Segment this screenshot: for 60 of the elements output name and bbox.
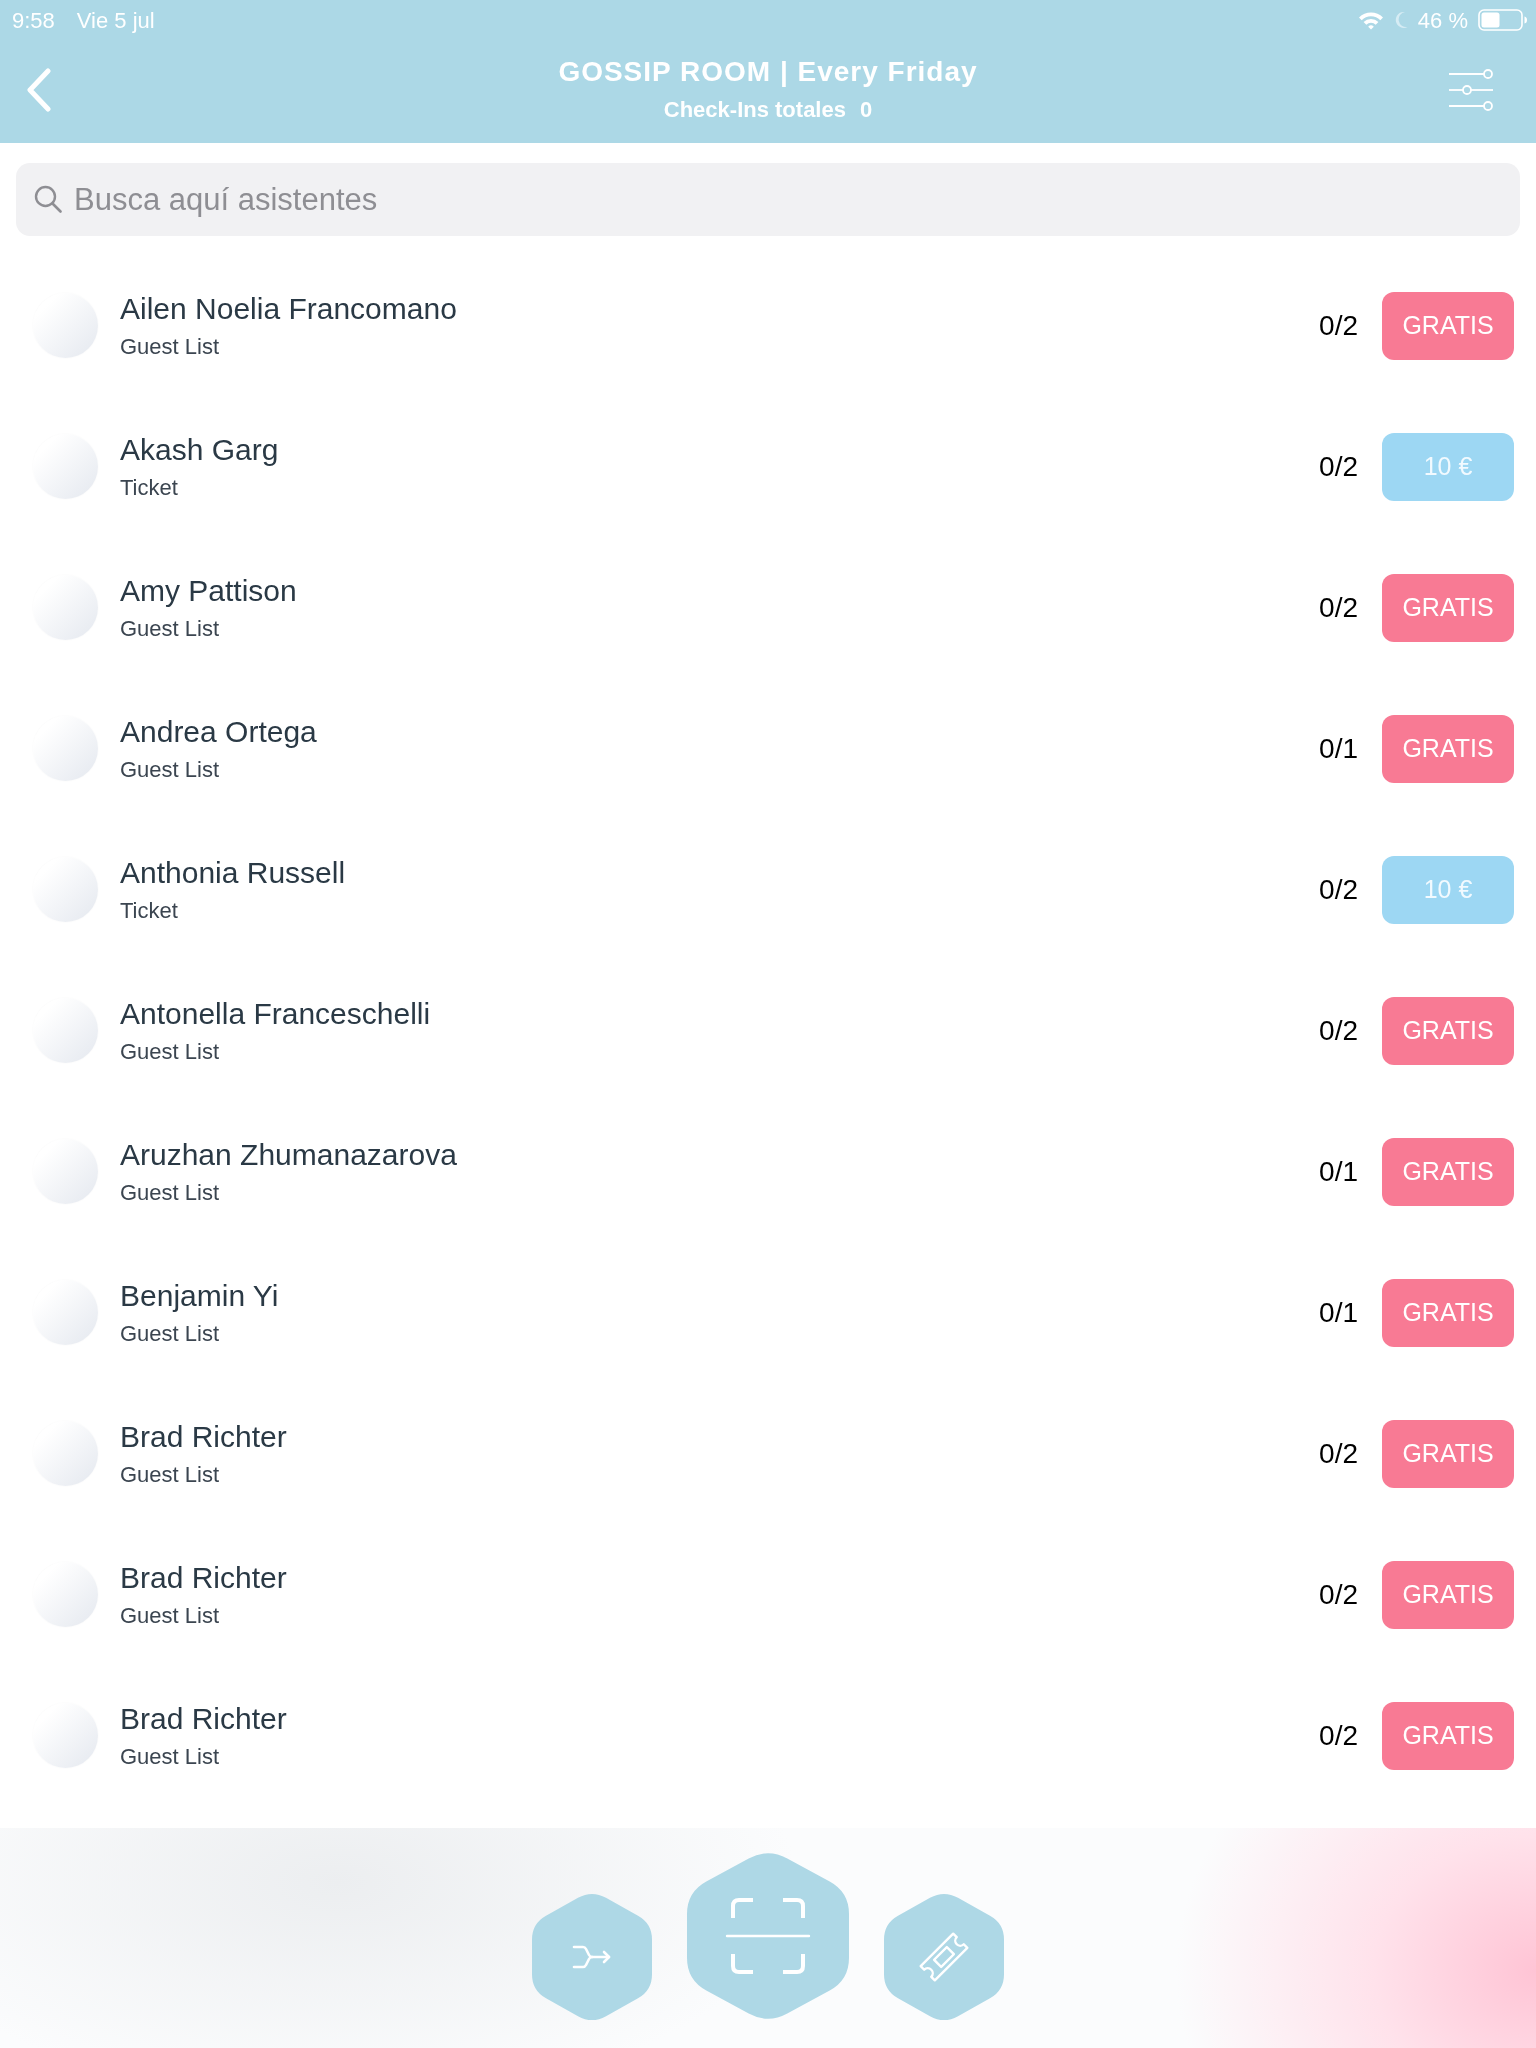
checkin-count: 0/2 (1319, 1436, 1358, 1471)
attendee-list-type: Ticket (120, 473, 178, 502)
checkin-count: 0/1 (1319, 1154, 1358, 1189)
attendee-name[interactable]: Amy Pattison (120, 572, 297, 609)
attendee-name[interactable]: Benjamin Yi (120, 1277, 279, 1314)
attendee-list-type: Guest List (120, 614, 220, 643)
scan-icon (725, 1896, 811, 1976)
checkin-count: 0/2 (1319, 1718, 1358, 1753)
price-badge: GRATIS (1382, 573, 1514, 642)
attendee-list-type: Guest List (120, 1319, 220, 1348)
chevron-left-icon[interactable] (26, 68, 52, 112)
checkin-count: 0/2 (1319, 449, 1358, 484)
battery-icon (1478, 9, 1528, 31)
attendee-name[interactable]: Akash Garg (120, 431, 279, 468)
checkin-count: 0/2 (1319, 308, 1358, 343)
attendee-list-type: Ticket (120, 896, 178, 925)
attendee-list-type: Guest List (120, 1742, 220, 1771)
attendee-list-type: Guest List (120, 755, 220, 784)
ticket-icon (917, 1930, 971, 1984)
merge-arrow-icon (572, 1943, 612, 1971)
checkin-count: 0/2 (1319, 590, 1358, 625)
price-badge: GRATIS (1382, 291, 1514, 360)
attendee-list-type: Guest List (120, 332, 220, 361)
search-icon (34, 185, 62, 213)
price-badge: GRATIS (1382, 1560, 1514, 1629)
event-title: GOSSIP ROOM | Every Friday (558, 55, 978, 89)
attendee-name[interactable]: Brad Richter (120, 1418, 287, 1455)
attendee-name[interactable]: Anthonia Russell (120, 854, 346, 891)
checkin-count: 0/2 (1319, 1013, 1358, 1048)
attendee-name[interactable]: Antonella Franceschelli (120, 995, 431, 1032)
battery-percent: 46 % (1417, 6, 1468, 35)
attendee-list-type: Guest List (120, 1037, 220, 1066)
price-badge: GRATIS (1382, 1419, 1514, 1488)
moon-icon (1393, 11, 1408, 29)
checkin-count: 0/2 (1319, 1577, 1358, 1612)
price-badge: GRATIS (1382, 714, 1514, 783)
checkins-label: Check-Ins totales (663, 96, 846, 124)
status-time: 9:58 (12, 6, 55, 35)
attendee-list-type: Guest List (120, 1460, 220, 1489)
price-badge: 10 € (1382, 432, 1514, 501)
price-badge: GRATIS (1382, 996, 1514, 1065)
attendee-name[interactable]: Brad Richter (120, 1700, 287, 1737)
attendee-name[interactable]: Brad Richter (120, 1559, 287, 1596)
attendee-name[interactable]: Ailen Noelia Francomano (120, 290, 457, 327)
attendee-list-type: Guest List (120, 1178, 220, 1207)
checkin-count: 0/2 (1319, 872, 1358, 907)
attendee-list-type: Guest List (120, 1601, 220, 1630)
search-field[interactable]: Busca aquí asistentes (16, 163, 1520, 236)
checkin-count: 0/1 (1319, 731, 1358, 766)
wifi-icon (1357, 10, 1384, 30)
attendee-name[interactable]: Aruzhan Zhumanazarova (120, 1136, 457, 1173)
price-badge: 10 € (1382, 855, 1514, 924)
price-badge: GRATIS (1382, 1137, 1514, 1206)
price-badge: GRATIS (1382, 1278, 1514, 1347)
sliders-icon[interactable] (1448, 67, 1494, 113)
price-badge: GRATIS (1382, 1701, 1514, 1770)
checkin-count: 0/1 (1319, 1295, 1358, 1330)
checkins-count: 0 (859, 96, 873, 124)
status-date: Vie 5 jul (76, 6, 155, 35)
attendee-name[interactable]: Andrea Ortega (120, 713, 317, 750)
